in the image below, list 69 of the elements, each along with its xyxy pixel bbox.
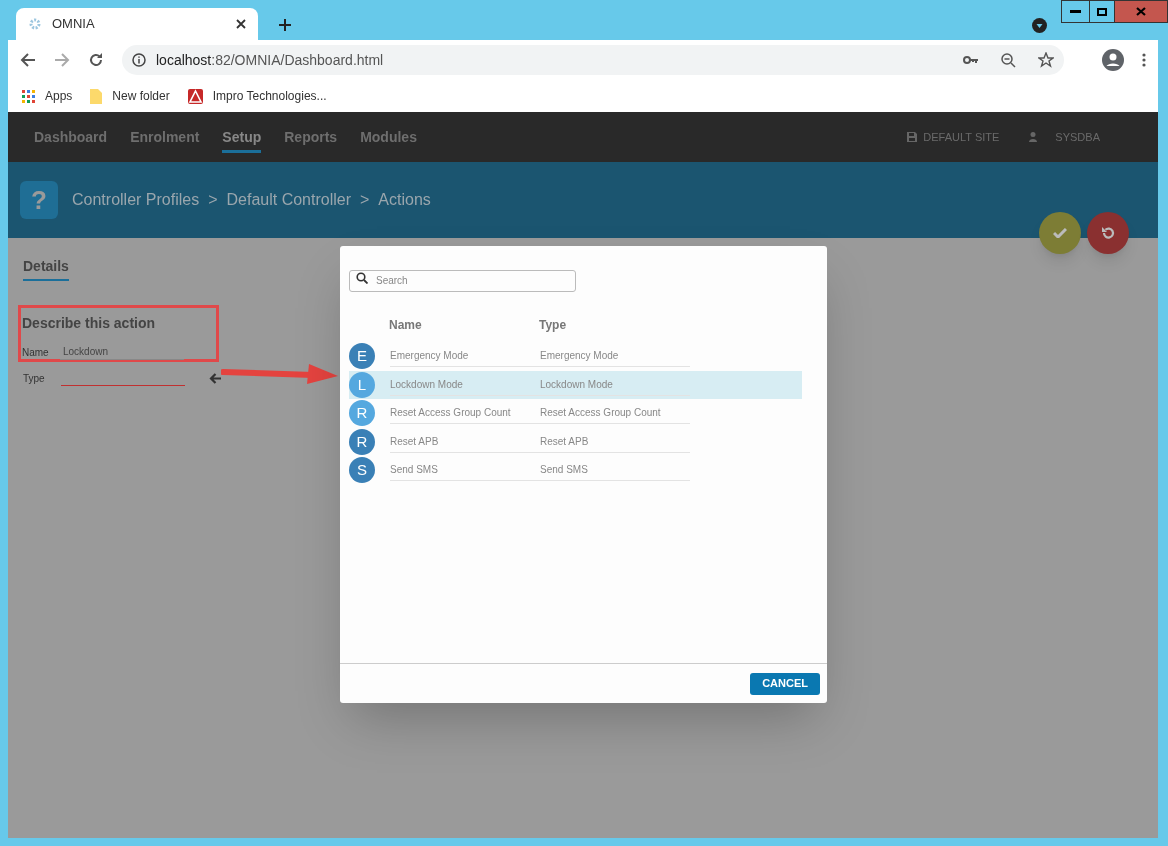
table-cell-text: Reset APB: [390, 434, 440, 449]
search-icon: [356, 272, 368, 284]
table-cell-text: Emergency Mode: [390, 349, 470, 364]
breadcrumb-text: Actions: [378, 190, 431, 210]
nav-tab[interactable]: Enrolment: [130, 126, 200, 153]
list-row[interactable]: E Emergency Mode Emergency Mode: [349, 342, 802, 371]
field-label: Name: [22, 346, 46, 360]
key-icon[interactable]: [963, 55, 979, 65]
help-icon: ?: [20, 181, 58, 219]
bookmark-link[interactable]: Apps: [45, 87, 73, 105]
column-header: Name: [389, 317, 423, 334]
star-icon[interactable]: [1038, 52, 1054, 68]
search-field[interactable]: Search: [349, 269, 576, 292]
folder-icon: [90, 88, 103, 104]
close-icon: [1136, 7, 1146, 16]
save-fab[interactable]: [1039, 212, 1081, 254]
list-row[interactable]: L Lockdown Mode Lockdown Mode: [349, 370, 802, 399]
table-cell-text: Send SMS: [540, 463, 589, 478]
triangle-logo-icon: [187, 88, 203, 104]
input-field[interactable]: Lockdown: [60, 344, 184, 360]
field-label: Type: [23, 372, 46, 386]
user-label[interactable]: SYSDBA: [1055, 128, 1100, 146]
breadcrumb-text: >: [360, 190, 370, 210]
url-text: localhost:82/OMNIA/Dashboard.html: [156, 50, 385, 70]
gear-icon: [28, 17, 42, 31]
nav-tab[interactable]: Modules: [360, 126, 417, 153]
list-row[interactable]: R Reset APB Reset APB: [349, 427, 802, 456]
plus-icon[interactable]: [278, 18, 292, 32]
user-icon: [1029, 132, 1038, 142]
address-bar[interactable]: localhost:82/OMNIA/Dashboard.html: [122, 45, 1064, 75]
breadcrumb-text: Controller Profiles: [72, 190, 200, 210]
table-cell-text: Send SMS: [390, 463, 439, 478]
dropdown-icon[interactable]: [1032, 18, 1047, 33]
grid-icon: [22, 89, 35, 103]
close-icon[interactable]: [236, 19, 246, 29]
info-icon: [132, 53, 146, 67]
table-cell-text: Emergency Mode: [540, 349, 620, 364]
table-cell-text: Lockdown Mode: [540, 377, 614, 392]
browser-tab[interactable]: OMNIA: [16, 8, 258, 40]
save-icon: [907, 132, 918, 142]
nav-tab[interactable]: Dashboard: [34, 126, 108, 153]
breadcrumb-text: >: [208, 190, 218, 210]
reload-icon[interactable]: [88, 52, 104, 68]
tab-title: OMNIA: [52, 15, 96, 34]
zoom-out-icon[interactable]: [1001, 52, 1016, 68]
check-icon: [1053, 228, 1067, 238]
column-header: Type: [539, 317, 567, 334]
table-cell-text: Reset Access Group Count: [540, 406, 662, 421]
undo-fab[interactable]: [1087, 212, 1129, 254]
back-arrow-icon[interactable]: [209, 373, 221, 384]
profile-icon[interactable]: [1102, 49, 1124, 71]
nav-tab[interactable]: Setup: [222, 126, 262, 153]
undo-icon: [1101, 226, 1115, 240]
nav-tab[interactable]: Reports: [284, 126, 338, 153]
back-icon[interactable]: [20, 52, 36, 68]
table-cell-text: Lockdown Mode: [390, 377, 464, 392]
section-heading: Describe this action: [22, 314, 156, 333]
table-cell-text: Reset APB: [540, 434, 590, 449]
table-cell-text: Reset Access Group Count: [390, 406, 512, 421]
bookmark-link[interactable]: New folder: [112, 87, 170, 105]
bookmark-link[interactable]: Impro Technologies...: [212, 87, 327, 105]
close-button[interactable]: [1115, 1, 1167, 22]
cancel-button[interactable]: CANCEL: [750, 672, 820, 695]
details-tab[interactable]: Details: [23, 256, 69, 281]
breadcrumb-text: Default Controller: [226, 190, 351, 210]
list-row[interactable]: S Send SMS Send SMS: [349, 456, 802, 485]
site-label[interactable]: DEFAULT SITE: [923, 128, 1000, 146]
menu-icon[interactable]: [1142, 53, 1146, 67]
list-row[interactable]: R Reset Access Group Count Reset Access Group Count: [349, 399, 802, 428]
